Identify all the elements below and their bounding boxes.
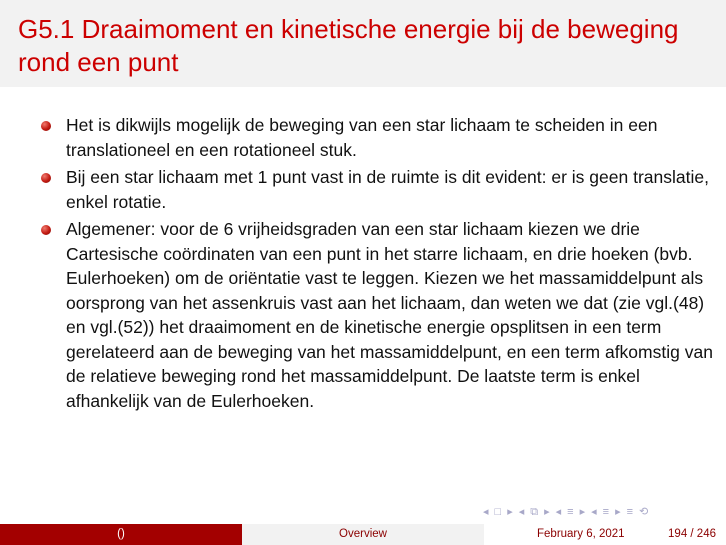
search-icon[interactable]: ⟲ [639, 505, 648, 519]
subsection-icon[interactable]: ⧉ [530, 505, 538, 519]
next-part-icon[interactable]: ▸ [615, 505, 621, 519]
next-section-icon[interactable]: ▸ [580, 505, 586, 519]
footer-section[interactable]: Overview [242, 524, 484, 545]
prev-section-icon[interactable]: ◂ [556, 505, 562, 519]
prev-part-icon[interactable]: ◂ [591, 505, 597, 519]
part-icon[interactable]: ≡ [603, 505, 609, 519]
align-icon[interactable]: ≡ [627, 505, 633, 519]
title-bar: G5.1 Draaimoment en kinetische energie b… [0, 0, 726, 87]
first-frame-icon[interactable]: ◂ [483, 505, 489, 519]
footer-date: February 6, 2021 [537, 528, 625, 540]
bullet-text: Bij een star lichaam met 1 punt vast in … [66, 167, 709, 212]
navigation-bar: ◂ □ ▸ ◂ ⧉ ▸ ◂ ≡ ▸ ◂ ≡ ▸ ≡ ⟲ [483, 505, 718, 519]
prev-frame-icon[interactable]: □ [495, 505, 502, 519]
footer-right: February 6, 2021 194 / 246 [484, 524, 726, 545]
next-frame-icon[interactable]: ▸ [507, 505, 513, 519]
next-subsection-icon[interactable]: ▸ [544, 505, 550, 519]
bullet-item: Het is dikwijls mogelijk de beweging van… [40, 113, 715, 162]
bullet-item: Bij een star lichaam met 1 punt vast in … [40, 165, 715, 214]
bullet-text: Het is dikwijls mogelijk de beweging van… [66, 115, 658, 160]
prev-subsection-icon[interactable]: ◂ [519, 505, 525, 519]
slide-title: G5.1 Draaimoment en kinetische energie b… [18, 14, 679, 77]
footer-author: () [0, 524, 242, 545]
bullet-text: Algemener: voor de 6 vrijheidsgraden van… [66, 219, 713, 411]
bullet-icon [41, 225, 51, 235]
bullet-icon [41, 173, 51, 183]
section-icon[interactable]: ≡ [567, 505, 573, 519]
bullet-item: Algemener: voor de 6 vrijheidsgraden van… [40, 217, 715, 413]
footer: () Overview February 6, 2021 194 / 246 [0, 524, 726, 545]
footer-page: 194 / 246 [668, 528, 716, 540]
bullet-icon [41, 121, 51, 131]
bullet-list: Het is dikwijls mogelijk de beweging van… [40, 113, 715, 416]
